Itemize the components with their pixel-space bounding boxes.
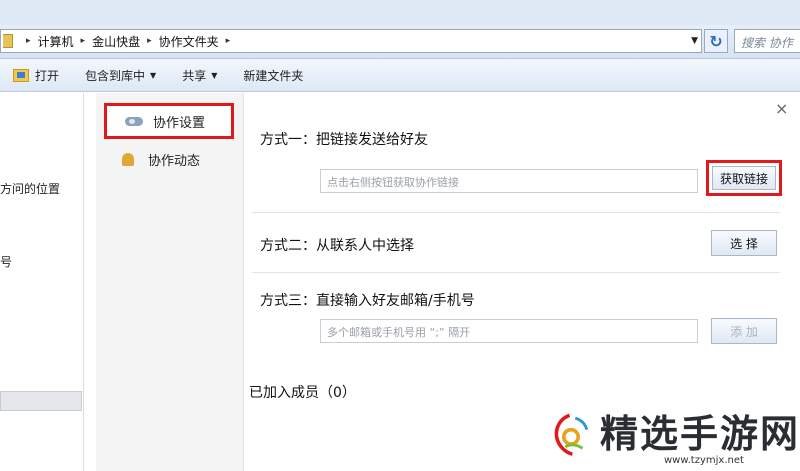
method2-heading: 方式二：从联系人中选择 xyxy=(260,238,414,254)
refresh-icon[interactable]: ↻ xyxy=(704,29,728,53)
share-button[interactable]: 共享 ▼ xyxy=(169,59,230,91)
dialog-sidebar: 协作设置 协作动态 xyxy=(96,93,244,471)
breadcrumb-separator-icon[interactable]: ▸ xyxy=(226,36,231,46)
breadcrumb-computer[interactable]: 计算机 xyxy=(38,33,74,50)
new-folder-button[interactable]: 新建文件夹 xyxy=(230,59,316,91)
new-folder-label: 新建文件夹 xyxy=(243,68,304,83)
menu-item-collab-activity[interactable]: 协作动态 xyxy=(104,141,234,177)
breadcrumb-separator-icon[interactable]: ▸ xyxy=(81,36,86,46)
divider xyxy=(252,272,780,273)
nav-item-partial[interactable]: 号 xyxy=(0,253,12,270)
method1-heading: 方式一：把链接发送给好友 xyxy=(260,132,428,148)
menu-item-label: 协作设置 xyxy=(153,115,206,131)
divider xyxy=(252,212,780,213)
menu-item-collab-settings[interactable]: 协作设置 xyxy=(104,103,234,139)
breadcrumb-separator-icon[interactable]: ▸ xyxy=(26,36,31,46)
open-icon xyxy=(13,68,29,82)
include-label: 包含到库中 xyxy=(85,68,146,83)
breadcrumb-collab-folder[interactable]: 协作文件夹 xyxy=(159,33,219,50)
method3-heading: 方式三：直接输入好友邮箱/手机号 xyxy=(260,293,475,309)
select-contact-button[interactable]: 选 择 xyxy=(711,230,777,256)
open-button[interactable]: 打开 xyxy=(0,59,72,91)
open-label: 打开 xyxy=(35,68,60,83)
address-dropdown-icon[interactable]: ▼ xyxy=(691,36,698,46)
bell-icon xyxy=(122,152,134,166)
collab-link-field[interactable]: 点击右侧按钮获取协作链接 xyxy=(320,169,698,193)
get-link-button[interactable]: 获取链接 xyxy=(706,160,782,196)
logo-icon xyxy=(554,413,589,456)
watermark-name: 精选手游网 xyxy=(599,411,800,456)
chevron-down-icon: ▼ xyxy=(150,70,157,80)
members-count: 已加入成员（0） xyxy=(249,385,356,401)
include-in-library-button[interactable]: 包含到库中 ▼ xyxy=(72,59,169,91)
add-button[interactable]: 添 加 xyxy=(711,318,777,344)
breadcrumb-kuaipan[interactable]: 金山快盘 xyxy=(92,33,140,50)
share-label: 共享 xyxy=(182,68,207,83)
menu-item-label: 协作动态 xyxy=(148,153,201,169)
nav-scrollbar[interactable] xyxy=(0,391,82,411)
window-titlebar xyxy=(0,0,800,25)
get-link-label: 获取链接 xyxy=(712,166,776,190)
chevron-down-icon: ▼ xyxy=(211,70,218,80)
navigation-pane: 方问的位置 号 xyxy=(0,93,84,471)
close-icon[interactable]: × xyxy=(775,99,788,118)
address-bar[interactable]: ▸ 计算机 ▸ 金山快盘 ▸ 协作文件夹 ▸ ▼ xyxy=(0,29,702,53)
nav-item-recent-places[interactable]: 方问的位置 xyxy=(0,180,60,197)
folder-icon xyxy=(3,34,13,48)
settings-icon xyxy=(125,116,143,126)
email-phone-field[interactable]: 多个邮箱或手机号用 “;” 隔开 xyxy=(320,319,698,343)
command-toolbar: 打开 包含到库中 ▼ 共享 ▼ 新建文件夹 xyxy=(0,59,800,92)
watermark-url: www.tzymjx.net xyxy=(664,455,744,466)
search-input[interactable]: 搜索 协作 xyxy=(734,29,800,53)
address-row: ▸ 计算机 ▸ 金山快盘 ▸ 协作文件夹 ▸ ▼ ↻ 搜索 协作 xyxy=(0,25,800,59)
breadcrumb-separator-icon[interactable]: ▸ xyxy=(147,36,152,46)
